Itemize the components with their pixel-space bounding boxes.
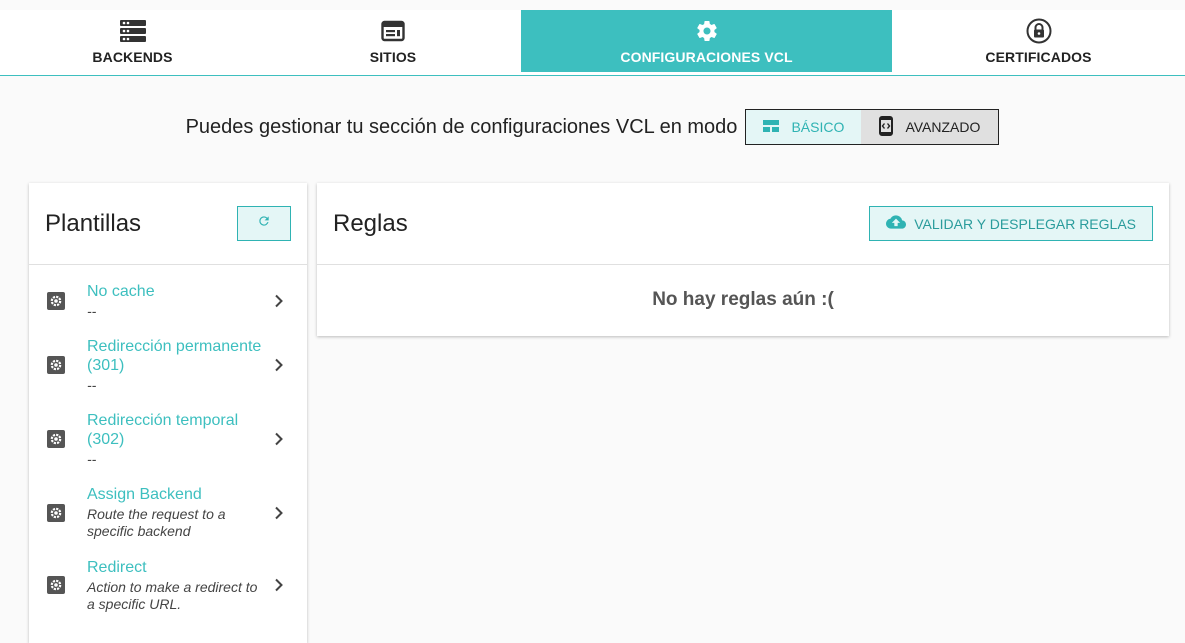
- template-description: --: [87, 450, 97, 467]
- template-item-body: Redirección temporal (302) --: [87, 411, 267, 468]
- advanced-mode-button[interactable]: AVANZADO: [861, 110, 999, 144]
- lock-icon: [1026, 18, 1052, 44]
- template-description: --: [87, 376, 97, 393]
- main-tabs: BACKENDS SITIOS CONFIGURACIONES VCL CERT…: [0, 10, 1185, 76]
- refresh-button[interactable]: [237, 206, 291, 241]
- settings-box-icon: [47, 503, 67, 522]
- code-device-icon: [879, 115, 894, 139]
- settings-box-icon: [47, 356, 67, 374]
- templates-header: Plantillas: [29, 183, 307, 265]
- tab-sitios-label: SITIOS: [369, 49, 417, 65]
- template-item-body: Redirección permanente (301) --: [87, 337, 267, 394]
- templates-title: Plantillas: [45, 209, 142, 237]
- cloud-upload-icon: [886, 215, 907, 232]
- tab-certificados[interactable]: CERTIFICADOS: [892, 10, 1185, 72]
- templates-panel: Plantillas No cache -- Redirección perma…: [29, 183, 307, 643]
- rules-title: Reglas: [333, 209, 408, 237]
- template-item-redirect-301[interactable]: Redirección permanente (301) --: [29, 328, 307, 402]
- refresh-icon: [257, 214, 271, 233]
- web-window-icon: [381, 19, 405, 43]
- tab-configuraciones-vcl-label: CONFIGURACIONES VCL: [620, 49, 793, 65]
- chevron-right-icon: [267, 358, 291, 372]
- chevron-right-icon: [267, 578, 291, 592]
- template-item-redirect-302[interactable]: Redirección temporal (302) --: [29, 402, 307, 476]
- tab-sitios[interactable]: SITIOS: [265, 10, 521, 72]
- tab-certificados-label: CERTIFICADOS: [985, 49, 1092, 65]
- server-icon: [119, 19, 147, 43]
- settings-box-icon: [47, 430, 67, 448]
- template-item-assign-backend[interactable]: Assign Backend Route the request to a sp…: [29, 476, 307, 549]
- advanced-mode-label: AVANZADO: [905, 119, 981, 135]
- tab-backends[interactable]: BACKENDS: [0, 10, 265, 72]
- validate-deploy-label: VALIDAR Y DESPLEGAR REGLAS: [914, 215, 1136, 232]
- rules-header: Reglas VALIDAR Y DESPLEGAR REGLAS: [317, 183, 1169, 265]
- templates-list: No cache -- Redirección permanente (301)…: [29, 265, 307, 621]
- template-name: No cache: [87, 282, 155, 300]
- mode-description: Puedes gestionar tu sección de configura…: [185, 115, 738, 138]
- basic-mode-button[interactable]: BÁSICO: [746, 110, 862, 144]
- chevron-right-icon: [267, 506, 291, 520]
- template-name: Assign Backend: [87, 486, 202, 503]
- rules-panel: Reglas VALIDAR Y DESPLEGAR REGLAS No hay…: [317, 183, 1169, 336]
- gear-icon: [695, 19, 719, 43]
- empty-rules-message: No hay reglas aún :(: [652, 289, 834, 310]
- tab-backends-label: BACKENDS: [92, 49, 173, 65]
- basic-mode-label: BÁSICO: [791, 119, 845, 135]
- template-item-body: Assign Backend Route the request to a sp…: [87, 485, 267, 540]
- template-description: Action to make a redirect to a specific …: [87, 578, 258, 612]
- template-item-no-cache[interactable]: No cache --: [29, 273, 307, 328]
- chevron-right-icon: [267, 294, 291, 308]
- template-description: Route the request to a specific backend: [87, 506, 226, 539]
- template-item-redirect[interactable]: Redirect Action to make a redirect to a …: [29, 549, 307, 621]
- settings-box-icon: [47, 291, 67, 310]
- template-name: Redirect: [87, 558, 147, 576]
- template-name: Redirección permanente (301): [87, 337, 262, 374]
- mode-selector-row: Puedes gestionar tu sección de configura…: [0, 108, 1185, 146]
- settings-box-icon: [47, 576, 67, 594]
- template-item-body: No cache --: [87, 282, 267, 320]
- chevron-right-icon: [267, 432, 291, 446]
- tab-configuraciones-vcl[interactable]: CONFIGURACIONES VCL: [521, 10, 892, 72]
- mode-toggle: BÁSICO AVANZADO: [745, 109, 1000, 145]
- template-description: --: [87, 302, 97, 319]
- template-item-body: Redirect Action to make a redirect to a …: [87, 558, 267, 613]
- view-module-icon: [763, 119, 780, 135]
- validate-deploy-button[interactable]: VALIDAR Y DESPLEGAR REGLAS: [869, 206, 1153, 241]
- template-name: Redirección temporal (302): [87, 411, 239, 448]
